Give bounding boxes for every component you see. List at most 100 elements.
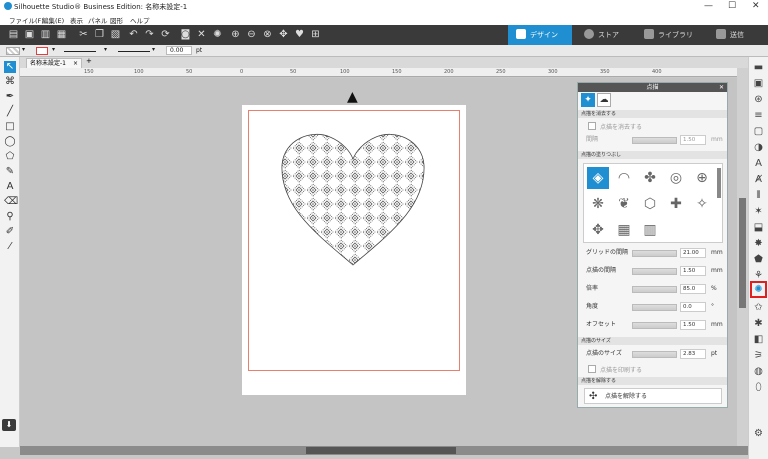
- line-style-icon[interactable]: ≡: [752, 109, 765, 122]
- print-icon[interactable]: ▦: [56, 29, 67, 40]
- size-slider[interactable]: [632, 351, 677, 358]
- redo-icon[interactable]: ↷: [144, 29, 155, 40]
- pattern-diamond-icon[interactable]: ◈: [587, 167, 609, 189]
- angle-slider[interactable]: [632, 304, 677, 311]
- menu-view[interactable]: 表示: [70, 15, 83, 25]
- print-checkbox[interactable]: [588, 365, 596, 373]
- offset-input[interactable]: 1.50: [680, 320, 706, 330]
- fill-dropdown-icon[interactable]: ▾: [22, 46, 25, 53]
- pattern-bars-icon[interactable]: ▥: [639, 219, 661, 241]
- point-edit-tool-icon[interactable]: ⌘: [4, 76, 16, 88]
- menu-edit[interactable]: 編集(E): [42, 15, 64, 25]
- size-input[interactable]: 2.83: [680, 349, 706, 359]
- paste-icon[interactable]: ▧: [110, 29, 121, 40]
- color-sort-icon[interactable]: ◍: [752, 365, 765, 378]
- new-file-icon[interactable]: ▤: [8, 29, 19, 40]
- grid-icon[interactable]: ⊞: [310, 29, 321, 40]
- offset-icon[interactable]: ⬟: [752, 253, 765, 266]
- eraser-tool-icon[interactable]: ⌫: [4, 196, 18, 208]
- panel-close-icon[interactable]: ✕: [719, 83, 724, 92]
- menu-file[interactable]: ファイル(F): [9, 15, 44, 25]
- align-icon[interactable]: ⫴: [752, 189, 765, 202]
- text-tool-icon[interactable]: A: [4, 181, 16, 193]
- copy-icon[interactable]: ❐: [94, 29, 105, 40]
- fill-swatch[interactable]: [6, 47, 20, 55]
- scale-slider[interactable]: [632, 286, 677, 293]
- line-tool-icon[interactable]: ╱: [4, 106, 16, 118]
- pattern-grid-icon[interactable]: ▦: [613, 219, 635, 241]
- pattern-feather-icon[interactable]: ❦: [613, 193, 635, 215]
- library-panel-icon[interactable]: ▣: [752, 77, 765, 90]
- sketch-fill-tab-icon[interactable]: ✦: [581, 93, 595, 107]
- pattern-spiral-icon[interactable]: ◎: [665, 167, 687, 189]
- open-file-icon[interactable]: ▣: [24, 29, 35, 40]
- save-icon[interactable]: ▥: [40, 29, 51, 40]
- collapse-panel-button[interactable]: ⬇: [2, 419, 16, 431]
- spacing-input[interactable]: 1.50: [680, 135, 706, 145]
- modify-icon[interactable]: ✸: [752, 237, 765, 250]
- line-color-swatch[interactable]: [36, 47, 48, 55]
- page-setup-icon[interactable]: ▬: [752, 61, 765, 74]
- tab-store[interactable]: ストア: [584, 25, 634, 45]
- pan-icon[interactable]: ✥: [278, 29, 289, 40]
- settings-icon[interactable]: ⚙: [752, 427, 765, 440]
- cut-icon[interactable]: ✂: [78, 29, 89, 40]
- sketch-outline-tab-icon[interactable]: ☁: [597, 93, 611, 107]
- vertical-scrollbar[interactable]: [737, 68, 748, 446]
- release-sketch-button[interactable]: ✣ 点描を解除する: [584, 388, 722, 404]
- line-color-dropdown-icon[interactable]: ▾: [52, 46, 55, 53]
- dot-spacing-input[interactable]: 1.50: [680, 266, 706, 276]
- ellipse-tool-icon[interactable]: ◯: [4, 136, 16, 148]
- text-to-path-icon[interactable]: Ⱥ: [752, 173, 765, 186]
- pattern-flower-icon[interactable]: ❋: [587, 193, 609, 215]
- rotate-icon[interactable]: ⟳: [160, 29, 171, 40]
- gradient-icon[interactable]: ◑: [752, 141, 765, 154]
- dot-spacing-slider[interactable]: [632, 268, 677, 275]
- sketch-icon[interactable]: ✺: [750, 281, 767, 298]
- pixscan-icon[interactable]: ⚞: [752, 349, 765, 362]
- pattern-clover-icon[interactable]: ✥: [587, 219, 609, 241]
- menu-shape[interactable]: 図形: [110, 15, 123, 25]
- knife-tool-icon[interactable]: ⚲: [4, 211, 16, 223]
- freehand-tool-icon[interactable]: ✎: [4, 166, 16, 178]
- pattern-cube-icon[interactable]: ⬡: [639, 193, 661, 215]
- pattern-leaf-icon[interactable]: ✤: [639, 167, 661, 189]
- grid-spacing-slider[interactable]: [632, 250, 677, 257]
- heart-pattern-shape[interactable]: [278, 127, 428, 267]
- angle-input[interactable]: 0.0: [680, 302, 706, 312]
- add-doc-tab-icon[interactable]: +: [86, 57, 92, 65]
- clear-checkbox[interactable]: [588, 122, 596, 130]
- vertical-scroll-thumb[interactable]: [739, 198, 746, 308]
- tab-send[interactable]: 送信: [716, 25, 768, 45]
- horizontal-scroll-thumb[interactable]: [306, 447, 456, 454]
- pattern-circle-icon[interactable]: ⊕: [691, 167, 713, 189]
- zoom-in-icon[interactable]: ⊕: [230, 29, 241, 40]
- fit-page-icon[interactable]: ♥: [294, 29, 305, 40]
- replicate-icon[interactable]: ⬓: [752, 221, 765, 234]
- nesting-icon[interactable]: ✱: [752, 317, 765, 330]
- transform-icon[interactable]: ✶: [752, 205, 765, 218]
- select-all-icon[interactable]: ◙: [180, 29, 191, 40]
- menu-panel[interactable]: パネル: [88, 15, 108, 25]
- horizontal-scrollbar[interactable]: [20, 446, 748, 455]
- eyedropper-tool-icon[interactable]: ⁄: [4, 241, 16, 253]
- layers-icon[interactable]: ◧: [752, 333, 765, 346]
- trace-icon[interactable]: ⚘: [752, 269, 765, 282]
- deselect-icon[interactable]: ✕: [196, 29, 207, 40]
- pattern-star-icon[interactable]: ✧: [691, 193, 713, 215]
- zoom-out-icon[interactable]: ⊖: [246, 29, 257, 40]
- line-width-input[interactable]: 0.00: [166, 46, 192, 55]
- spacing-slider[interactable]: [632, 137, 677, 144]
- doc-tab-untitled[interactable]: 名称未設定-1 ×: [26, 58, 82, 68]
- select-tool-icon[interactable]: ↖: [4, 61, 16, 73]
- shadow-icon[interactable]: ▢: [752, 125, 765, 138]
- line-style-dropdown-icon[interactable]: ▾: [104, 46, 107, 53]
- close-button[interactable]: ✕: [752, 1, 760, 11]
- menu-help[interactable]: ヘルプ: [130, 15, 150, 25]
- tab-library[interactable]: ライブラリ: [644, 25, 704, 45]
- line-style-sample[interactable]: [64, 51, 96, 52]
- sun-icon[interactable]: ✺: [212, 29, 223, 40]
- brush-tool-icon[interactable]: ✐: [4, 226, 16, 238]
- text-style-icon[interactable]: A: [752, 157, 765, 170]
- pattern-cross-icon[interactable]: ✚: [665, 193, 687, 215]
